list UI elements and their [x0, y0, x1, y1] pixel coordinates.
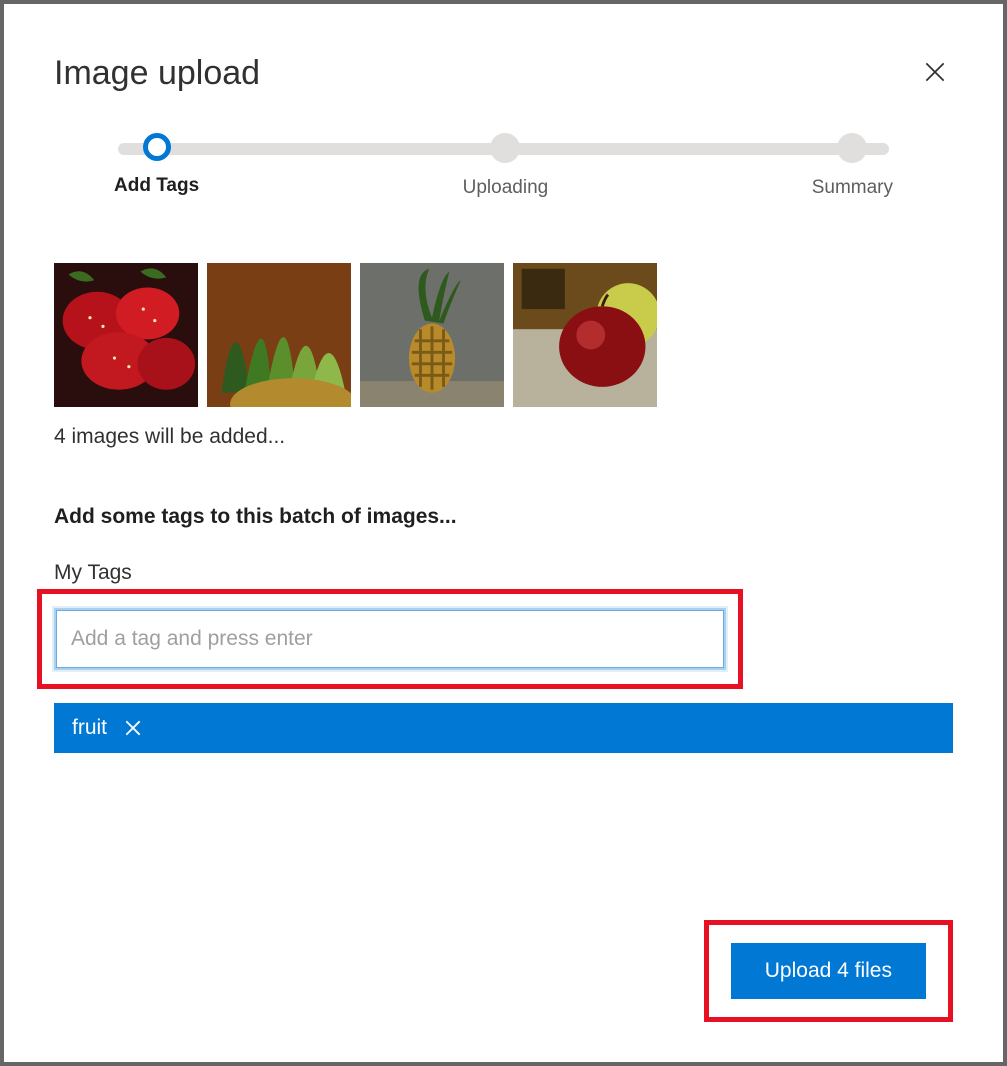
tag-chip-label: fruit — [72, 716, 107, 740]
close-icon — [922, 59, 948, 85]
step-label: Summary — [812, 177, 893, 199]
tag-chip-fruit[interactable]: fruit — [54, 703, 953, 753]
step-dot-icon — [490, 133, 520, 163]
progress-stepper: Add Tags Uploading Summary — [114, 133, 893, 203]
step-add-tags: Add Tags — [114, 133, 199, 197]
step-uploading: Uploading — [463, 133, 549, 199]
thumbnail-apple[interactable] — [513, 263, 657, 407]
image-upload-dialog: Image upload Add Tags Uploading — [4, 4, 1003, 1062]
thumbnail-pineapple[interactable] — [360, 263, 504, 407]
close-button[interactable] — [917, 54, 953, 90]
step-summary: Summary — [812, 133, 893, 199]
thumbnail-pineapple-top[interactable] — [207, 263, 351, 407]
remove-tag-button[interactable] — [123, 718, 143, 738]
dialog-title: Image upload — [54, 54, 260, 93]
thumbnail-row — [54, 263, 953, 407]
tag-input-highlight — [37, 589, 743, 689]
dialog-footer: Upload 4 files — [54, 920, 953, 1022]
images-count-status: 4 images will be added... — [54, 425, 953, 449]
add-tags-prompt: Add some tags to this batch of images... — [54, 505, 953, 529]
step-dot-icon — [837, 133, 867, 163]
step-dot-icon — [143, 133, 171, 161]
step-label: Uploading — [463, 177, 549, 199]
tag-input[interactable] — [56, 610, 724, 668]
dialog-header: Image upload — [54, 54, 953, 93]
upload-files-button[interactable]: Upload 4 files — [731, 943, 926, 999]
thumbnail-strawberries[interactable] — [54, 263, 198, 407]
my-tags-label: My Tags — [54, 561, 953, 585]
close-icon — [123, 718, 143, 738]
step-label: Add Tags — [114, 175, 199, 197]
upload-button-highlight: Upload 4 files — [704, 920, 953, 1022]
